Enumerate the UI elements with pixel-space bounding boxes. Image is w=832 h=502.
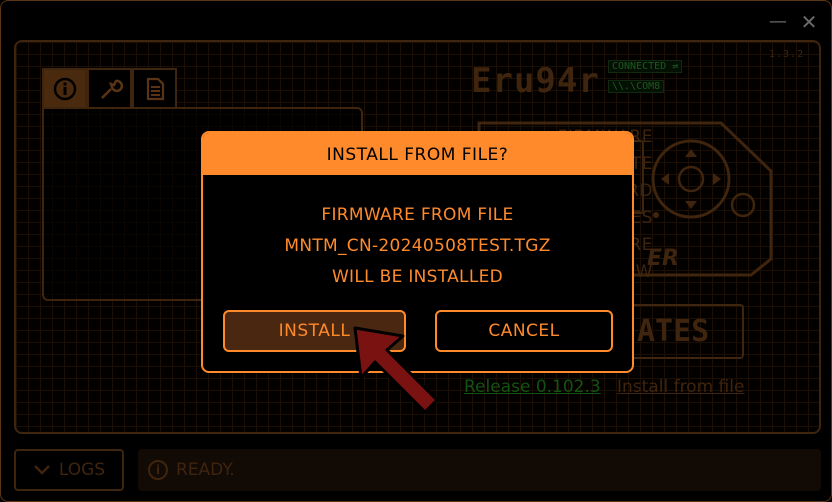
release-link[interactable]: Release 0.102.3 (464, 377, 601, 397)
status-text: READY. (176, 460, 235, 480)
device-name: Eru94r (471, 61, 600, 101)
dialog-message-line1: FIRMWARE FROM FILE (321, 205, 514, 225)
pointer-arrow-annotation (353, 326, 439, 414)
update-button[interactable]: ATES (623, 304, 744, 359)
usb-icon: ⇌ (672, 61, 679, 72)
dialog-filename: MNTM_CN-20240508TEST.TGZ (284, 236, 551, 256)
tab-files[interactable] (132, 68, 177, 108)
cancel-button[interactable]: CANCEL (435, 310, 613, 352)
close-icon[interactable]: ✕ (798, 11, 820, 33)
svg-text:ER: ER (647, 246, 679, 271)
connection-status-badge: CONNECTED ⇌ (608, 60, 683, 73)
dialog-message-line3: WILL BE INSTALLED (331, 267, 504, 287)
info-icon: i (148, 460, 168, 480)
logs-button[interactable]: LOGS (14, 449, 124, 491)
status-bar: i READY. (138, 449, 821, 491)
connection-status-text: CONNECTED (612, 61, 667, 72)
version-label: 1.3.2 (769, 49, 805, 60)
install-from-file-link[interactable]: Install from file (617, 377, 744, 397)
chevron-down-icon (34, 465, 50, 475)
wrench-icon (100, 79, 123, 99)
document-icon (146, 77, 164, 101)
tab-tools[interactable] (87, 68, 132, 108)
tab-bar (42, 68, 177, 108)
info-icon (53, 77, 76, 101)
tab-info[interactable] (42, 68, 87, 108)
minimize-icon[interactable]: — (767, 11, 789, 33)
port-badge: \\.\COM8 (608, 80, 665, 93)
logs-button-label: LOGS (58, 460, 106, 480)
app-window: — ✕ 1.3.2 FIRMWARE BUILD DATE SD CARD DA… (0, 0, 832, 502)
dialog-title: INSTALL FROM FILE? (203, 133, 632, 175)
